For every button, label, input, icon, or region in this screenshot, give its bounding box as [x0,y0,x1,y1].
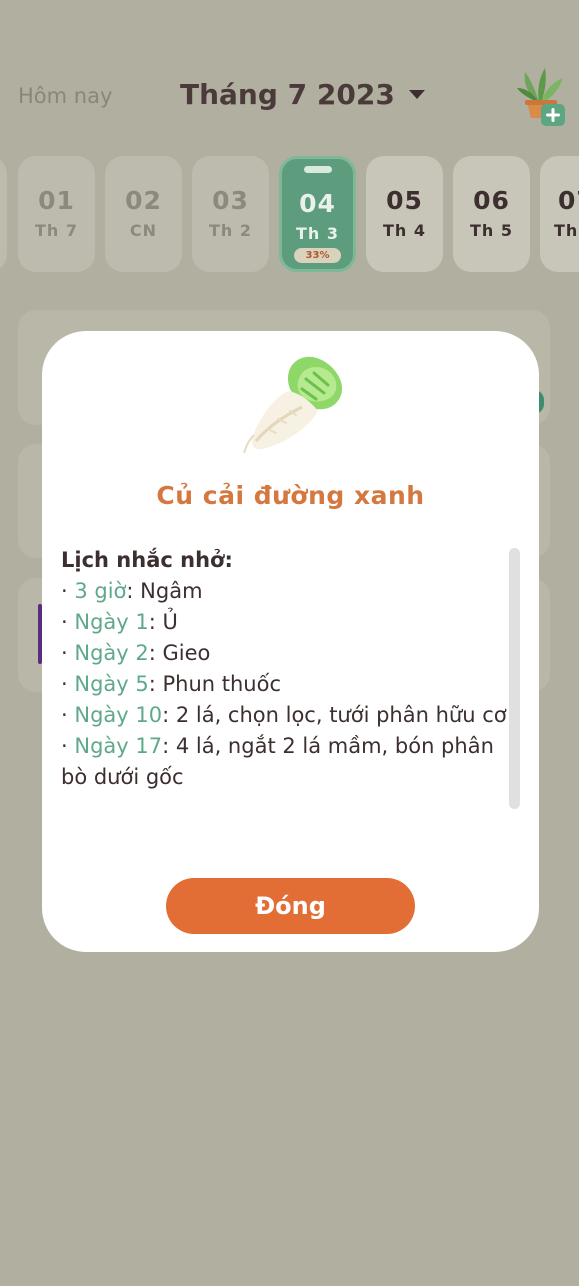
caret-down-icon [408,90,425,99]
day-07[interactable]: 07 Th 6 [540,156,579,272]
day-weekday: Th 4 [382,221,426,240]
day-number: 06 [473,186,510,215]
day-06[interactable]: 06 Th 5 [453,156,530,272]
reminder-schedule[interactable]: Lịch nhắc nhở: · 3 giờ: Ngâm · Ngày 1: Ủ… [61,545,511,835]
day-weekday: Th 7 [34,221,78,240]
month-label: Tháng 7 2023 [180,78,395,111]
today-button[interactable]: Hôm nay [18,84,112,108]
progress-badge: 33% [293,248,342,263]
reminder-time: Ngày 5 [74,672,149,696]
reminder-task: : Ủ [148,610,178,634]
reminder-item: · Ngày 10: 2 lá, chọn lọc, tưới phân hữu… [61,703,507,727]
day-04[interactable]: 04 Th 3 33% [279,156,356,272]
day-weekday: Th 3 [295,224,339,243]
potted-plant-icon [517,68,565,126]
add-plant-button[interactable] [515,66,569,126]
reminder-task: : Phun thuốc [148,672,281,696]
reminder-item: · 3 giờ: Ngâm [61,579,203,603]
reminder-item: · Ngày 5: Phun thuốc [61,672,281,696]
reminder-item: · Ngày 17: 4 lá, ngắt 2 lá mầm, bón phân… [61,734,494,789]
day-prev-edge[interactable] [0,156,7,272]
day-number: 03 [212,186,249,215]
day-number: 07 [558,186,579,215]
selected-notch [303,166,332,173]
day-number: 01 [38,186,75,215]
plant-name-title: Củ cải đường xanh [156,481,425,510]
day-number: 05 [386,186,423,215]
plant-detail-dialog: Củ cải đường xanh Lịch nhắc nhở: · 3 giờ… [42,331,539,952]
reminder-time: Ngày 2 [74,641,149,665]
day-02[interactable]: 02 CN [105,156,182,272]
month-selector[interactable]: Tháng 7 2023 [180,78,425,111]
day-weekday: CN [129,221,158,240]
reminder-time: Ngày 10 [74,703,163,727]
header: Hôm nay Tháng 7 2023 [0,60,579,140]
day-weekday: Th 6 [554,221,579,240]
reminder-scrollbar[interactable] [509,548,520,809]
reminder-heading: Lịch nhắc nhở: [61,548,233,572]
reminder-task: : 2 lá, chọn lọc, tưới phân hữu cơ [162,703,507,727]
day-number: 02 [125,186,162,215]
reminder-task: : Gieo [148,641,211,665]
day-03[interactable]: 03 Th 2 [192,156,269,272]
day-strip: 01 Th 7 02 CN 03 Th 2 04 Th 3 33% 05 Th … [0,156,579,274]
reminder-item: · Ngày 1: Ủ [61,610,178,634]
day-05[interactable]: 05 Th 4 [366,156,443,272]
reminder-item: · Ngày 2: Gieo [61,641,211,665]
day-number: 04 [299,189,336,218]
reminder-task: : Ngâm [126,579,203,603]
day-weekday: Th 5 [469,221,513,240]
day-01[interactable]: 01 Th 7 [18,156,95,272]
close-button[interactable]: Đóng [166,878,415,934]
reminder-time: 3 giờ [74,579,127,603]
day-weekday: Th 2 [208,221,252,240]
reminder-time: Ngày 1 [74,610,149,634]
radish-icon [242,349,343,454]
reminder-time: Ngày 17 [74,734,163,758]
